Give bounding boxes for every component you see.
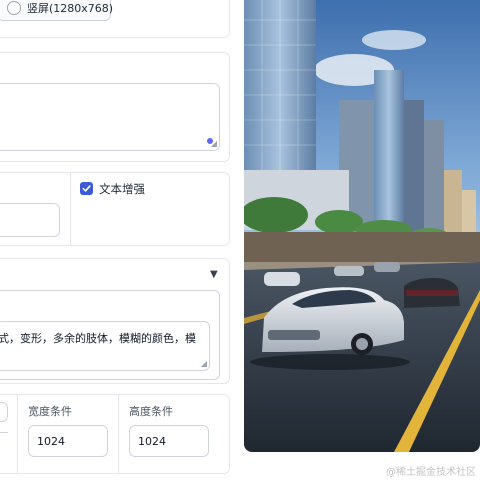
- width-condition-label: 宽度条件: [28, 405, 72, 418]
- partial-input[interactable]: [0, 402, 8, 422]
- resize-handle-icon[interactable]: ◢: [201, 360, 207, 368]
- option-input[interactable]: [0, 203, 60, 237]
- prompt-textarea[interactable]: ◢: [0, 83, 220, 151]
- grammar-indicator-icon: [207, 138, 213, 144]
- radio-label: 竖屏(1280x768): [27, 1, 114, 15]
- negative-prompt-text: 式，变形，多余的肢体，模糊的颜色，模: [0, 332, 196, 345]
- divider: [17, 394, 18, 474]
- orientation-radio-portrait[interactable]: 竖屏(1280x768): [0, 0, 114, 21]
- watermark: @稀土掘金技术社区: [386, 467, 476, 478]
- divider: [0, 432, 8, 433]
- text-enhance-checkbox[interactable]: [80, 182, 93, 195]
- divider: [118, 394, 119, 474]
- negative-prompt-textarea[interactable]: ◢: [0, 321, 210, 371]
- checkmark-icon: [82, 185, 91, 192]
- divider: [70, 172, 71, 246]
- height-condition-value: 1024: [138, 434, 166, 448]
- radio-button-circle[interactable]: [7, 0, 21, 15]
- triangle-down-icon[interactable]: ▼: [210, 269, 218, 280]
- orientation-panel: 竖屏(1280x768): [0, 0, 230, 38]
- width-condition-value: 1024: [37, 434, 65, 448]
- text-enhance-label: 文本增强: [99, 182, 145, 196]
- height-condition-label: 高度条件: [129, 405, 173, 418]
- city-street-car-photo: [244, 0, 480, 452]
- width-condition-input[interactable]: 1024: [28, 425, 108, 457]
- height-condition-input[interactable]: 1024: [129, 425, 209, 457]
- generated-image[interactable]: [244, 0, 480, 452]
